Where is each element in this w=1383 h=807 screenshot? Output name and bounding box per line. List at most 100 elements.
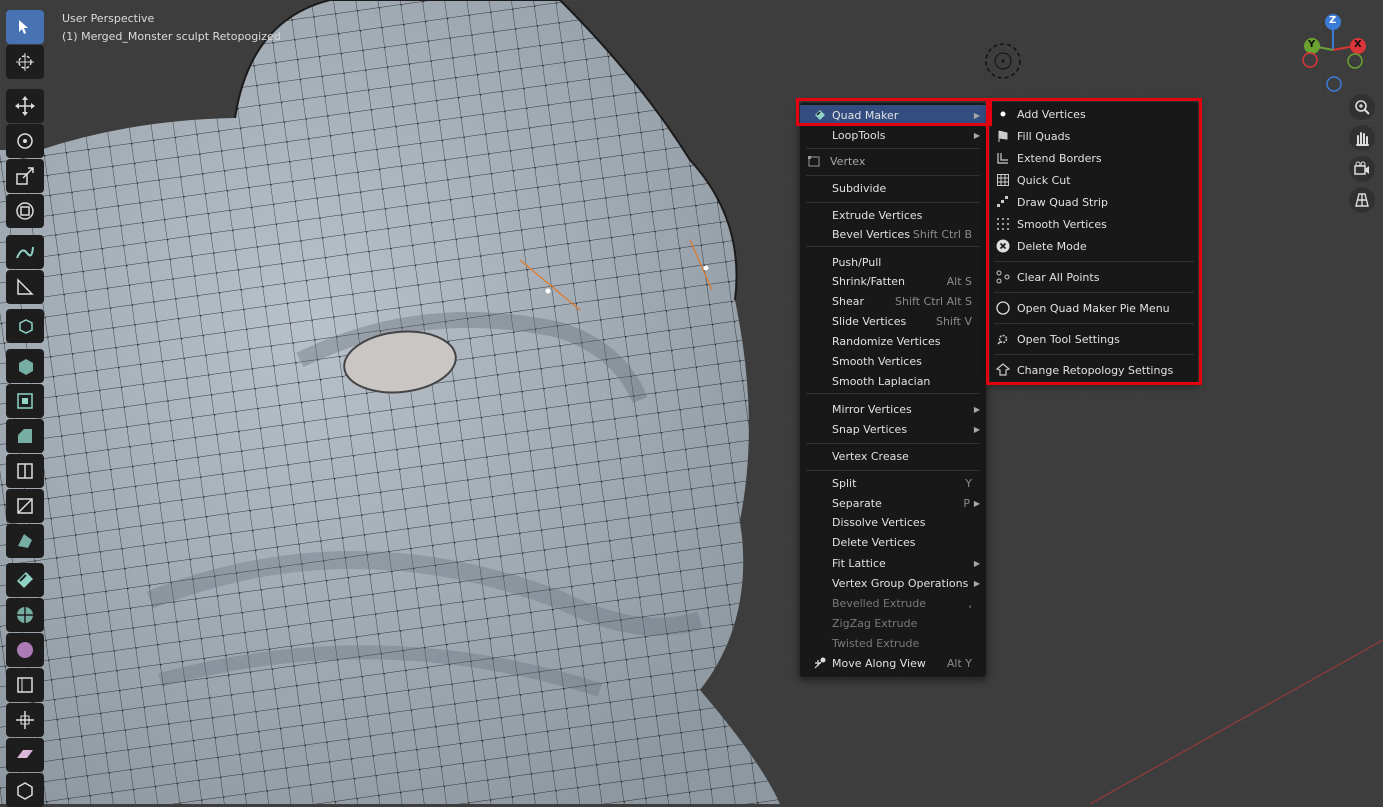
menu-item-label: Separate: [832, 496, 882, 510]
submenu-item-label: Change Retopology Settings: [1017, 363, 1174, 377]
submenu-item-open-tool-settings[interactable]: Open Tool Settings: [990, 329, 1198, 349]
shrink-fatten-tool-icon: [16, 711, 34, 729]
poly-build-tool-button[interactable]: [6, 524, 44, 558]
menu-item-shrink-fatten[interactable]: Shrink/Fatten Alt S: [800, 271, 986, 291]
spin-tool-button[interactable]: [6, 598, 44, 632]
move-tool-icon: [15, 96, 35, 116]
rip-region-tool-button[interactable]: [6, 773, 44, 807]
quad-strip-icon: [995, 194, 1011, 210]
menu-item-randomize-vertices[interactable]: Randomize Vertices: [800, 331, 986, 351]
menu-item-label: Twisted Extrude: [832, 636, 920, 650]
knife-tool-button[interactable]: [6, 489, 44, 523]
menu-item-slide-vertices[interactable]: Slide Vertices Shift V: [800, 311, 986, 331]
cursor-tool-icon: [16, 53, 34, 71]
rotate-tool-button[interactable]: [6, 124, 44, 158]
menu-separator: [806, 393, 980, 394]
menu-item-snap-vertices[interactable]: Snap Vertices ▶: [800, 419, 986, 439]
transform-tool-button[interactable]: [6, 194, 44, 228]
bevel-tool-button[interactable]: [6, 419, 44, 453]
menu-item-separate[interactable]: Separate P ▶: [800, 493, 986, 513]
viewport-object-label: (1) Merged_Monster sculpt Retopogized: [62, 30, 281, 43]
menu-item-smooth-laplacian[interactable]: Smooth Laplacian: [800, 371, 986, 391]
submenu-item-quick-cut[interactable]: Quick Cut: [990, 170, 1198, 190]
menu-item-move-along-view[interactable]: Move Along View Alt Y: [800, 653, 986, 673]
submenu-item-open-quad-maker-pie-menu[interactable]: Open Quad Maker Pie Menu: [990, 298, 1198, 318]
menu-item-twisted-extrude[interactable]: Twisted Extrude: [800, 633, 986, 653]
menu-item-label: ZigZag Extrude: [832, 616, 918, 630]
annotate-tool-icon: [16, 246, 34, 259]
submenu-item-delete-mode[interactable]: Delete Mode: [990, 236, 1198, 256]
menu-item-split[interactable]: Split Y: [800, 473, 986, 493]
measure-tool-button[interactable]: [6, 270, 44, 304]
menu-item-shortcut: P: [963, 496, 970, 510]
menu-item-vertex-crease[interactable]: Vertex Crease: [800, 446, 986, 466]
submenu-item-label: Open Tool Settings: [1017, 332, 1120, 346]
menu-item-fit-lattice[interactable]: Fit Lattice ▶: [800, 553, 986, 573]
menu-item-extrude-vertices[interactable]: Extrude Vertices: [800, 205, 986, 225]
add-cube-tool-icon: [19, 319, 33, 334]
shrink-fatten-tool-button[interactable]: [6, 703, 44, 737]
gizmo-y-label[interactable]: Y: [1308, 39, 1315, 50]
menu-separator: [994, 261, 1194, 262]
move-tool-button[interactable]: [6, 89, 44, 123]
menu-item-push-pull[interactable]: Push/Pull: [800, 252, 986, 272]
submenu-item-fill-quads[interactable]: Fill Quads: [990, 126, 1198, 146]
inset-faces-tool-button[interactable]: [6, 384, 44, 418]
select-box-tool-button[interactable]: [6, 10, 44, 44]
shear-tool-button[interactable]: [6, 738, 44, 772]
add-cube-tool-button[interactable]: [6, 309, 44, 343]
menu-item-label: Smooth Vertices: [832, 354, 922, 368]
submenu-item-add-vertices[interactable]: Add Vertices: [990, 104, 1198, 124]
submenu-item-change-retopology-settings[interactable]: Change Retopology Settings: [990, 360, 1198, 380]
gizmo-x-label[interactable]: X: [1354, 39, 1362, 50]
menu-item-zigzag-extrude[interactable]: ZigZag Extrude: [800, 613, 986, 633]
menu-item-label: Quad Maker: [832, 108, 899, 122]
menu-item-label: Delete Vertices: [832, 535, 916, 549]
pan-hand-icon[interactable]: [1349, 125, 1375, 151]
submenu-item-smooth-vertices[interactable]: Smooth Vertices: [990, 214, 1198, 234]
submenu-item-draw-quad-strip[interactable]: Draw Quad Strip: [990, 192, 1198, 212]
menu-item-subdivide[interactable]: Subdivide: [800, 178, 986, 198]
menu-item-label: Shrink/Fatten: [832, 274, 906, 288]
menu-item-vertex-group-operations[interactable]: Vertex Group Operations ▶: [800, 573, 986, 593]
grid-view-icon[interactable]: [1349, 187, 1375, 213]
menu-item-label: Mirror Vertices: [832, 402, 912, 416]
menu-item-shear[interactable]: Shear Shift Ctrl Alt S: [800, 291, 986, 311]
menu-item-bevel-vertices[interactable]: Bevel Vertices Shift Ctrl B: [800, 224, 986, 244]
annotate-tool-button[interactable]: [6, 235, 44, 269]
submenu-item-label: Quick Cut: [1017, 173, 1071, 187]
fill-quads-icon: [995, 128, 1011, 144]
menu-item-label: Bevelled Extrude: [832, 596, 926, 610]
menu-item-label: Fit Lattice: [832, 556, 886, 570]
loop-cut-tool-button[interactable]: [6, 454, 44, 488]
menu-item-label: Vertex Group Operations: [832, 576, 969, 590]
submenu-arrow-icon: ▶: [973, 558, 980, 568]
menu-item-smooth-vertices[interactable]: Smooth Vertices: [800, 351, 986, 371]
menu-item-delete-vertices[interactable]: Delete Vertices: [800, 532, 986, 552]
clear-points-icon: [995, 269, 1011, 285]
cursor-tool-button[interactable]: [6, 45, 44, 79]
smooth-tool-icon: [17, 642, 33, 658]
quad-maker-icon: [812, 107, 828, 123]
quad-maker-tool-button[interactable]: [6, 563, 44, 597]
knife-tool-icon: [17, 498, 33, 514]
menu-item-quad-maker[interactable]: Quad Maker ▶: [800, 105, 986, 125]
menu-item-mirror-vertices[interactable]: Mirror Vertices ▶: [800, 399, 986, 419]
zoom-icon[interactable]: [1349, 94, 1375, 120]
camera-icon[interactable]: [1349, 156, 1375, 182]
menu-item-dissolve-vertices[interactable]: Dissolve Vertices: [800, 512, 986, 532]
submenu-item-extend-borders[interactable]: Extend Borders: [990, 148, 1198, 168]
menu-item-shortcut: Y: [965, 476, 972, 490]
vertex-icon: [806, 153, 822, 169]
extrude-region-tool-button[interactable]: [6, 349, 44, 383]
edge-slide-tool-button[interactable]: [6, 668, 44, 702]
menu-item-bevelled-extrude[interactable]: Bevelled Extrude,: [800, 593, 986, 613]
loop-cut-tool-icon: [17, 463, 33, 479]
gizmo-z-label[interactable]: Z: [1329, 15, 1336, 26]
smooth-tool-button[interactable]: [6, 633, 44, 667]
submenu-item-clear-all-points[interactable]: Clear All Points: [990, 267, 1198, 287]
scale-tool-button[interactable]: [6, 159, 44, 193]
menu-item-looptools[interactable]: LoopTools ▶: [800, 125, 986, 145]
menu-separator: [994, 292, 1194, 293]
bevel-tool-icon: [18, 429, 32, 443]
